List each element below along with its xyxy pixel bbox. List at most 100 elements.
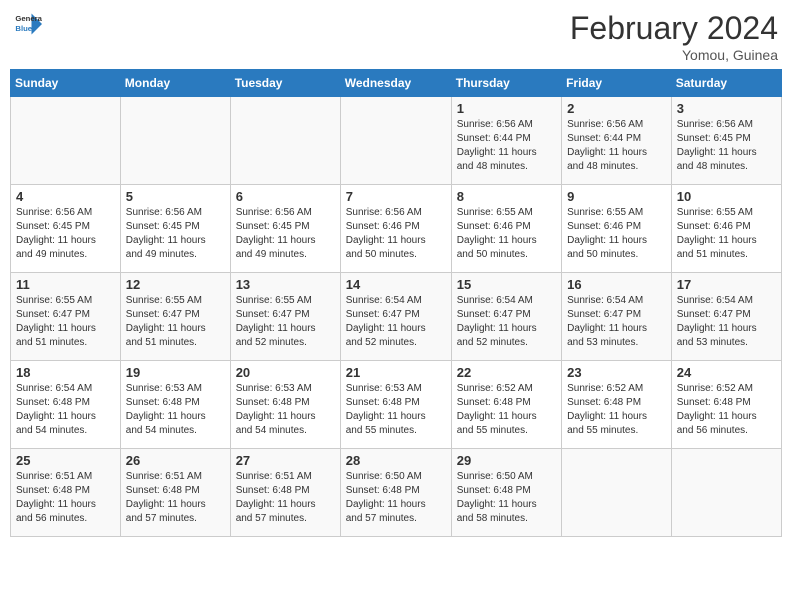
day-number: 3 xyxy=(677,101,776,116)
day-info: Sunrise: 6:55 AM Sunset: 6:47 PM Dayligh… xyxy=(16,294,115,350)
calendar-cell: 17 Sunrise: 6:54 AM Sunset: 6:47 PM Dayli… xyxy=(671,273,781,361)
day-info: Sunrise: 6:54 AM Sunset: 6:47 PM Dayligh… xyxy=(677,294,776,350)
day-info: Sunrise: 6:56 AM Sunset: 6:44 PM Dayligh… xyxy=(457,118,556,174)
day-number: 23 xyxy=(567,365,666,380)
day-number: 19 xyxy=(126,365,225,380)
day-number: 20 xyxy=(236,365,335,380)
day-info: Sunrise: 6:51 AM Sunset: 6:48 PM Dayligh… xyxy=(236,470,335,526)
col-sunday: Sunday xyxy=(11,70,121,97)
day-info: Sunrise: 6:56 AM Sunset: 6:45 PM Dayligh… xyxy=(16,206,115,262)
calendar-cell: 8 Sunrise: 6:55 AM Sunset: 6:46 PM Daylig… xyxy=(451,185,561,273)
calendar-cell: 5 Sunrise: 6:56 AM Sunset: 6:45 PM Daylig… xyxy=(120,185,230,273)
calendar-cell: 7Sunrise: 6:56 AM Sunset: 6:46 PM Daylig… xyxy=(340,185,451,273)
calendar-cell xyxy=(671,449,781,537)
week-row: 1 Sunrise: 6:56 AM Sunset: 6:44 PM Daylig… xyxy=(11,97,782,185)
day-info: Sunrise: 6:51 AM Sunset: 6:48 PM Dayligh… xyxy=(126,470,225,526)
day-info: Sunrise: 6:55 AM Sunset: 6:46 PM Dayligh… xyxy=(677,206,776,262)
title-section: February 2024 Yomou, Guinea xyxy=(570,10,778,63)
month-title: February 2024 xyxy=(570,10,778,47)
svg-text:Blue: Blue xyxy=(15,24,32,33)
day-number: 6 xyxy=(236,189,335,204)
day-number: 27 xyxy=(236,453,335,468)
day-number: 25 xyxy=(16,453,115,468)
day-info: Sunrise: 6:56 AM Sunset: 6:45 PM Dayligh… xyxy=(677,118,776,174)
day-number: 11 xyxy=(16,277,115,292)
col-saturday: Saturday xyxy=(671,70,781,97)
day-number: 10 xyxy=(677,189,776,204)
day-number: 29 xyxy=(457,453,556,468)
calendar-cell: 2 Sunrise: 6:56 AM Sunset: 6:44 PM Daylig… xyxy=(562,97,672,185)
day-info: Sunrise: 6:56 AM Sunset: 6:46 PM Dayligh… xyxy=(346,206,446,262)
col-monday: Monday xyxy=(120,70,230,97)
calendar-cell: 22 Sunrise: 6:52 AM Sunset: 6:48 PM Dayli… xyxy=(451,361,561,449)
calendar-cell: 16 Sunrise: 6:54 AM Sunset: 6:47 PM Dayli… xyxy=(562,273,672,361)
day-number: 2 xyxy=(567,101,666,116)
day-number: 12 xyxy=(126,277,225,292)
day-number: 28 xyxy=(346,453,446,468)
day-info: Sunrise: 6:53 AM Sunset: 6:48 PM Dayligh… xyxy=(236,382,335,438)
calendar-cell xyxy=(340,97,451,185)
day-info: Sunrise: 6:54 AM Sunset: 6:47 PM Dayligh… xyxy=(567,294,666,350)
svg-text:General: General xyxy=(15,14,42,23)
calendar-cell: 23Sunrise: 6:52 AM Sunset: 6:48 PM Dayli… xyxy=(562,361,672,449)
calendar-cell: 18 Sunrise: 6:54 AM Sunset: 6:48 PM Dayli… xyxy=(11,361,121,449)
day-info: Sunrise: 6:56 AM Sunset: 6:44 PM Dayligh… xyxy=(567,118,666,174)
day-number: 14 xyxy=(346,277,446,292)
day-info: Sunrise: 6:54 AM Sunset: 6:47 PM Dayligh… xyxy=(346,294,446,350)
calendar-cell: 9 Sunrise: 6:55 AM Sunset: 6:46 PM Daylig… xyxy=(562,185,672,273)
day-number: 21 xyxy=(346,365,446,380)
day-info: Sunrise: 6:52 AM Sunset: 6:48 PM Dayligh… xyxy=(677,382,776,438)
day-info: Sunrise: 6:50 AM Sunset: 6:48 PM Dayligh… xyxy=(457,470,556,526)
calendar-cell xyxy=(562,449,672,537)
day-number: 26 xyxy=(126,453,225,468)
calendar-cell: 27 Sunrise: 6:51 AM Sunset: 6:48 PM Dayli… xyxy=(230,449,340,537)
calendar-cell: 12 Sunrise: 6:55 AM Sunset: 6:47 PM Dayli… xyxy=(120,273,230,361)
page-header: General Blue February 2024 Yomou, Guinea xyxy=(10,10,782,63)
week-row: 4 Sunrise: 6:56 AM Sunset: 6:45 PM Daylig… xyxy=(11,185,782,273)
calendar-cell: 29 Sunrise: 6:50 AM Sunset: 6:48 PM Dayli… xyxy=(451,449,561,537)
day-info: Sunrise: 6:55 AM Sunset: 6:47 PM Dayligh… xyxy=(236,294,335,350)
day-info: Sunrise: 6:56 AM Sunset: 6:45 PM Dayligh… xyxy=(236,206,335,262)
calendar-cell: 21 Sunrise: 6:53 AM Sunset: 6:48 PM Dayli… xyxy=(340,361,451,449)
day-info: Sunrise: 6:55 AM Sunset: 6:46 PM Dayligh… xyxy=(567,206,666,262)
calendar-cell: 20 Sunrise: 6:53 AM Sunset: 6:48 PM Dayli… xyxy=(230,361,340,449)
calendar-cell xyxy=(230,97,340,185)
day-info: Sunrise: 6:55 AM Sunset: 6:46 PM Dayligh… xyxy=(457,206,556,262)
calendar-cell: 10 Sunrise: 6:55 AM Sunset: 6:46 PM Dayli… xyxy=(671,185,781,273)
calendar-cell: 15 Sunrise: 6:54 AM Sunset: 6:47 PM Dayli… xyxy=(451,273,561,361)
day-info: Sunrise: 6:52 AM Sunset: 6:48 PM Dayligh… xyxy=(457,382,556,438)
col-friday: Friday xyxy=(562,70,672,97)
week-row: 18 Sunrise: 6:54 AM Sunset: 6:48 PM Dayli… xyxy=(11,361,782,449)
day-number: 1 xyxy=(457,101,556,116)
day-number: 16 xyxy=(567,277,666,292)
location-subtitle: Yomou, Guinea xyxy=(570,47,778,63)
day-number: 5 xyxy=(126,189,225,204)
day-info: Sunrise: 6:54 AM Sunset: 6:48 PM Dayligh… xyxy=(16,382,115,438)
col-thursday: Thursday xyxy=(451,70,561,97)
calendar-cell: 19 Sunrise: 6:53 AM Sunset: 6:48 PM Dayli… xyxy=(120,361,230,449)
calendar-cell: 25 Sunrise: 6:51 AM Sunset: 6:48 PM Dayli… xyxy=(11,449,121,537)
day-info: Sunrise: 6:55 AM Sunset: 6:47 PM Dayligh… xyxy=(126,294,225,350)
day-number: 24 xyxy=(677,365,776,380)
day-number: 8 xyxy=(457,189,556,204)
day-number: 17 xyxy=(677,277,776,292)
col-wednesday: Wednesday xyxy=(340,70,451,97)
day-info: Sunrise: 6:51 AM Sunset: 6:48 PM Dayligh… xyxy=(16,470,115,526)
calendar-cell: 3 Sunrise: 6:56 AM Sunset: 6:45 PM Daylig… xyxy=(671,97,781,185)
col-tuesday: Tuesday xyxy=(230,70,340,97)
day-info: Sunrise: 6:53 AM Sunset: 6:48 PM Dayligh… xyxy=(126,382,225,438)
calendar-cell: 26 Sunrise: 6:51 AM Sunset: 6:48 PM Dayli… xyxy=(120,449,230,537)
day-number: 18 xyxy=(16,365,115,380)
day-number: 13 xyxy=(236,277,335,292)
logo: General Blue xyxy=(14,10,44,38)
day-number: 15 xyxy=(457,277,556,292)
calendar-cell: 1 Sunrise: 6:56 AM Sunset: 6:44 PM Daylig… xyxy=(451,97,561,185)
day-info: Sunrise: 6:56 AM Sunset: 6:45 PM Dayligh… xyxy=(126,206,225,262)
day-number: 22 xyxy=(457,365,556,380)
day-number: 4 xyxy=(16,189,115,204)
week-row: 25 Sunrise: 6:51 AM Sunset: 6:48 PM Dayli… xyxy=(11,449,782,537)
day-info: Sunrise: 6:54 AM Sunset: 6:47 PM Dayligh… xyxy=(457,294,556,350)
day-info: Sunrise: 6:53 AM Sunset: 6:48 PM Dayligh… xyxy=(346,382,446,438)
header-row: Sunday Monday Tuesday Wednesday Thursday… xyxy=(11,70,782,97)
day-number: 9 xyxy=(567,189,666,204)
